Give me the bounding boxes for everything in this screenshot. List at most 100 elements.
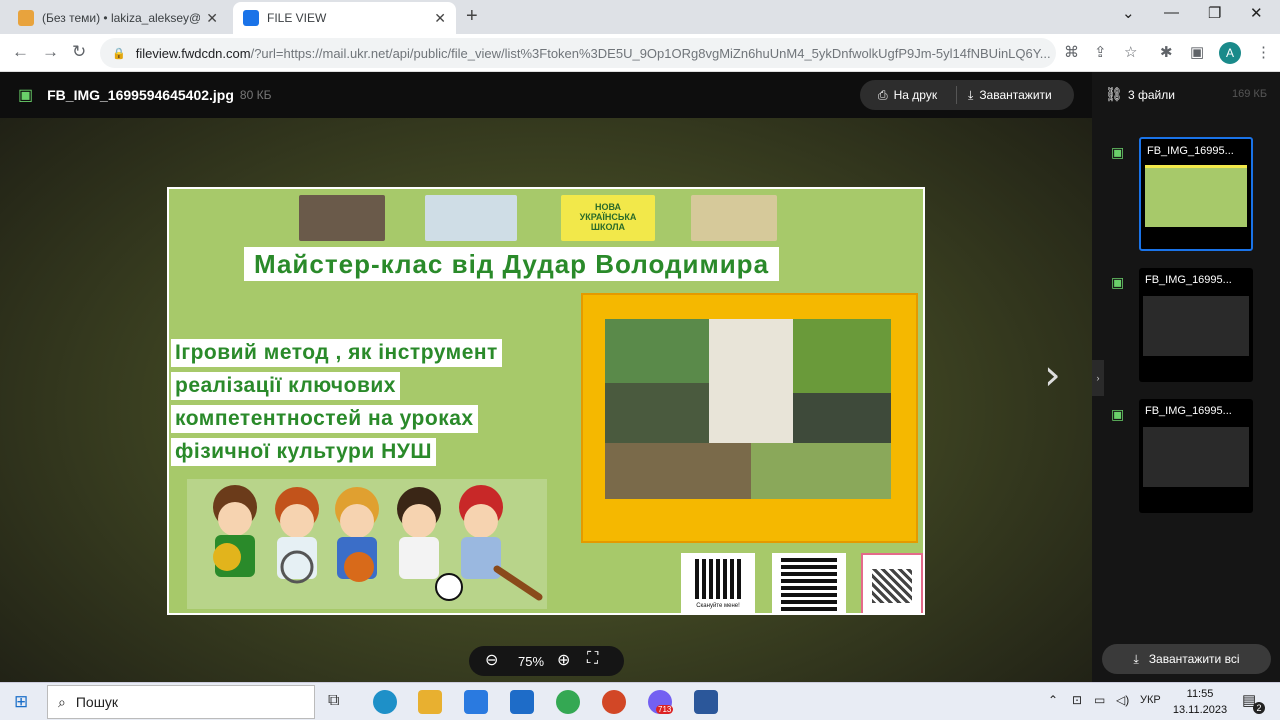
new-tab-button[interactable]: + (466, 5, 478, 28)
search-placeholder: Пошук (75, 694, 119, 710)
download-button[interactable]: ⤓ Завантажити (968, 80, 1052, 110)
close-tab-icon[interactable]: ✕ (434, 10, 446, 27)
side-panel-icon[interactable]: ▣ (1190, 43, 1204, 61)
slide-title: Майстер-клас від Дудар Володимира (244, 247, 780, 281)
tray-chevron-icon[interactable]: ⌃ (1048, 693, 1058, 707)
url-path: /?url=https://mail.ukr.net/api/public/fi… (250, 45, 1051, 61)
nush-logo: НОВА УКРАЇНСЬКА ШКОЛА (561, 195, 655, 241)
photo-collage (581, 293, 918, 543)
thumbnail-preview (1145, 165, 1247, 227)
reload-button[interactable]: ↻ (72, 42, 86, 62)
zoom-level: 75% (518, 654, 545, 669)
file-viewer: ▣ FB_IMG_1699594645402.jpg 80 КБ ⎙ На др… (0, 72, 1092, 682)
thumbnail-1[interactable]: FB_IMG_16995... (1139, 137, 1253, 251)
qr-caption: Скануйте мене! (696, 603, 740, 609)
viewer-actions: ⎙ На друк ⤓ Завантажити (860, 80, 1074, 110)
image-file-icon: ▣ (1111, 406, 1125, 422)
tray-volume-icon[interactable]: ◁) (1116, 693, 1129, 707)
next-image-button[interactable]: › (1044, 350, 1061, 399)
minimize-button[interactable]: — (1164, 4, 1179, 21)
download-label: Завантажити (979, 88, 1052, 102)
word-icon[interactable] (694, 690, 718, 714)
qr-pattern (872, 569, 912, 603)
files-count: 3 файли (1128, 88, 1175, 102)
task-view-icon[interactable]: ⧉ (328, 692, 339, 710)
subtitle-line: Ігровий метод , як інструмент (171, 339, 502, 367)
share-icon[interactable]: ⇪ (1094, 43, 1107, 61)
school-logo (425, 195, 517, 241)
divider (956, 86, 957, 104)
qr-pattern (781, 557, 837, 611)
forward-button[interactable]: → (42, 42, 59, 62)
subtitle-line: компетентностей на уроках (171, 405, 478, 433)
notification-count: 2 (1253, 702, 1265, 714)
tab-search-icon[interactable]: ⌄ (1122, 4, 1135, 22)
bookmark-star-icon[interactable]: ☆ (1124, 43, 1137, 61)
download-all-label: Завантажити всі (1148, 652, 1240, 666)
competences-logo (691, 195, 777, 241)
translate-icon[interactable]: ⌘ (1064, 43, 1079, 61)
thumbnail-name: FB_IMG_16995... (1145, 405, 1232, 417)
zoom-out-button[interactable]: ⊖ (485, 650, 498, 670)
collapse-panel-button[interactable]: › (1092, 360, 1104, 396)
mail-icon[interactable] (510, 690, 534, 714)
close-tab-icon[interactable]: ✕ (206, 10, 218, 27)
clock-time: 11:55 (1186, 688, 1214, 700)
tray-network-icon[interactable]: ⊡ (1072, 693, 1082, 707)
qr-code-2 (772, 553, 846, 613)
profile-avatar[interactable]: A (1219, 42, 1241, 64)
tab-file-view[interactable]: FILE VIEW ✕ (233, 2, 456, 34)
thumbnail-name: FB_IMG_16995... (1147, 145, 1234, 157)
tab-mail[interactable]: (Без теми) • lakiza_aleksey@ukr. ✕ (8, 2, 228, 34)
url-host: fileview.fwdcdn.com (135, 45, 251, 61)
powerpoint-icon[interactable] (602, 690, 626, 714)
thumbnail-preview (1143, 296, 1249, 356)
windows-taskbar: ⊞ ⌕ Пошук ⧉ 713 ⌃ ⊡ ▭ ◁) УКР 11:55 13.11… (0, 682, 1280, 720)
taskbar-search[interactable]: ⌕ Пошук (47, 685, 315, 719)
file-name: FB_IMG_1699594645402.jpg (47, 87, 234, 103)
maximize-button[interactable]: ❐ (1208, 4, 1221, 22)
qr-code-3 (861, 553, 923, 613)
chrome-icon[interactable] (556, 690, 580, 714)
thumbnail-2[interactable]: FB_IMG_16995... (1139, 268, 1253, 382)
back-button[interactable]: ← (12, 42, 29, 62)
photo-basket (709, 319, 793, 443)
zoom-in-button[interactable]: ⊕ (557, 650, 570, 670)
extensions-icon[interactable]: ✱ (1160, 43, 1173, 61)
taskbar-clock[interactable]: 11:55 13.11.2023 (1172, 686, 1228, 718)
download-list-icon: ⤓ (1133, 651, 1139, 666)
zoom-controls: ⊖ 75% ⊕ ⛶ (469, 646, 624, 676)
link-icon: ⛓ (1105, 86, 1123, 102)
download-all-button[interactable]: ⤓ Завантажити всі (1102, 644, 1271, 674)
image-file-icon: ▣ (18, 87, 34, 104)
photo-team (605, 319, 709, 383)
address-bar[interactable]: 🔒 fileview.fwdcdn.com /?url=https://mail… (100, 38, 1056, 68)
thumbnail-3[interactable]: FB_IMG_16995... (1139, 399, 1253, 513)
menu-kebab-icon[interactable]: ⋮ (1256, 43, 1271, 61)
subtitle-line: фізичної культури НУШ (171, 438, 436, 466)
language-indicator[interactable]: УКР (1140, 694, 1161, 706)
browser-toolbar: ← → ↻ 🔒 fileview.fwdcdn.com /?url=https:… (0, 34, 1280, 72)
fullscreen-button[interactable]: ⛶ (587, 650, 598, 668)
edge-icon[interactable] (373, 690, 397, 714)
start-button[interactable]: ⊞ (14, 692, 28, 712)
thumbnail-preview (1143, 427, 1249, 487)
viber-badge: 713 (656, 705, 674, 714)
mfk-logo (299, 195, 385, 241)
tray-battery-icon[interactable]: ▭ (1094, 693, 1105, 707)
print-button[interactable]: ⎙ На друк (878, 80, 937, 110)
subtitle-line: реалізації ключових (171, 372, 400, 400)
file-explorer-icon[interactable] (418, 690, 442, 714)
photo-circle (605, 383, 709, 443)
store-icon[interactable] (464, 690, 488, 714)
close-window-button[interactable]: ✕ (1250, 4, 1263, 22)
printer-icon: ⎙ (878, 87, 888, 102)
kids-illustration (187, 479, 547, 609)
lock-icon: 🔒 (112, 47, 126, 60)
tab-title: FILE VIEW (267, 11, 327, 25)
file-favicon-icon (243, 10, 259, 26)
total-size: 169 КБ (1232, 88, 1268, 100)
photo-smile (751, 443, 891, 499)
clock-date: 13.11.2023 (1172, 704, 1228, 716)
mail-favicon-icon (18, 10, 34, 26)
